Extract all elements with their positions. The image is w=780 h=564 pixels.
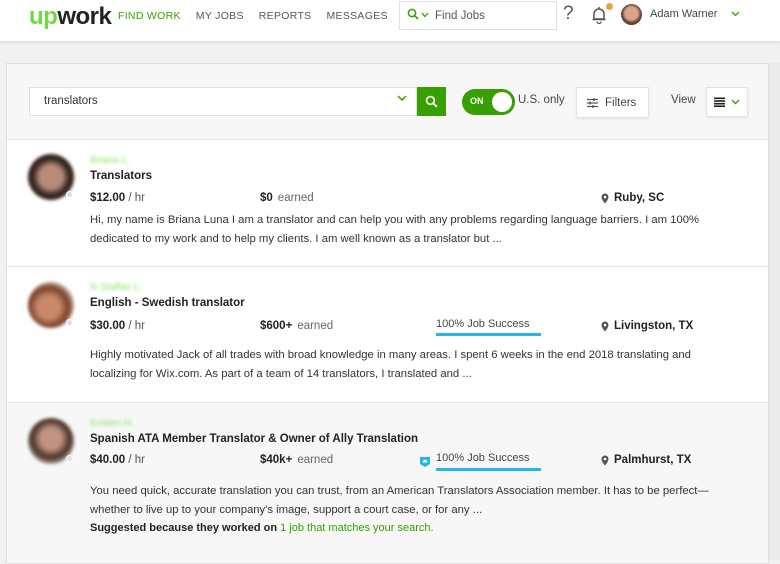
location-pin-icon: [601, 321, 609, 331]
hourly-rate: $40.00 / hr: [90, 454, 145, 466]
chevron-down-icon[interactable]: [421, 11, 429, 20]
search-button[interactable]: [417, 87, 446, 116]
freelancer-result[interactable]: Kristen H. Spanish ATA Member Translator…: [7, 404, 768, 564]
sliders-icon: [587, 97, 598, 108]
freelancer-title[interactable]: Translators: [90, 170, 152, 182]
total-earned: $0 earned: [260, 192, 314, 204]
freelancer-description: Highly motivated Jack of all trades with…: [90, 349, 691, 380]
upwork-logo[interactable]: upwork: [29, 4, 112, 30]
freelancer-result[interactable]: Briana L. Translators $12.00 / hr $0 earn…: [7, 141, 768, 267]
view-label: View: [671, 94, 696, 106]
search-icon: [425, 95, 438, 108]
filters-button[interactable]: Filters: [576, 87, 649, 118]
freelancer-title[interactable]: Spanish ATA Member Translator & Owner of…: [90, 433, 418, 445]
notification-dot: [606, 3, 613, 10]
us-only-toggle[interactable]: ON: [462, 89, 515, 115]
total-earned: $40k+ earned: [260, 454, 334, 466]
results-panel: translators ON U.S. only Filters View Br…: [6, 63, 769, 564]
nav-links: FIND WORK MY JOBS REPORTS MESSAGES: [118, 10, 388, 22]
location: Ruby, SC: [601, 192, 664, 204]
user-menu-chevron-icon[interactable]: [731, 9, 740, 19]
online-status-dot: [66, 191, 73, 198]
list-view-icon: [714, 97, 725, 107]
nav-reports[interactable]: REPORTS: [259, 10, 312, 22]
find-jobs-input[interactable]: Find Jobs: [435, 10, 485, 22]
bell-icon[interactable]: [591, 5, 607, 25]
chevron-down-icon: [731, 97, 740, 108]
total-earned: $600+ earned: [260, 320, 334, 332]
matching-jobs-link[interactable]: 1 job that matches your search.: [280, 522, 433, 534]
freelancer-name[interactable]: Briana L.: [90, 155, 130, 166]
online-status-dot: [66, 319, 73, 326]
freelancer-result[interactable]: N Staffan L. English - Swedish translato…: [7, 268, 768, 403]
location: Livingston, TX: [601, 320, 693, 332]
hourly-rate: $12.00 / hr: [90, 192, 145, 204]
us-only-label: U.S. only: [518, 94, 565, 106]
search-icon[interactable]: [407, 8, 419, 23]
nav-find-work[interactable]: FIND WORK: [118, 10, 181, 22]
job-success-score: 100% Job Success: [436, 452, 530, 464]
location: Palmhurst, TX: [601, 454, 691, 466]
job-success-score: 100% Job Success: [436, 318, 530, 330]
freelancer-name[interactable]: N Staffan L.: [90, 282, 143, 293]
freelancer-name[interactable]: Kristen H.: [90, 418, 134, 429]
location-pin-icon: [601, 193, 609, 203]
nav-messages[interactable]: MESSAGES: [326, 10, 387, 22]
find-jobs-search[interactable]: Find Jobs: [399, 1, 557, 30]
view-mode-dropdown[interactable]: [706, 87, 748, 117]
top-rated-badge-icon: [419, 455, 431, 467]
toggle-knob: [492, 92, 512, 112]
online-status-dot: [66, 455, 73, 462]
chevron-down-icon[interactable]: [397, 93, 407, 105]
hourly-rate: $30.00 / hr: [90, 320, 145, 332]
suggestion-note: Suggested because they worked on 1 job t…: [90, 522, 434, 534]
job-success-bar: [436, 468, 541, 471]
freelancer-description: You need quick, accurate translation you…: [90, 485, 709, 516]
user-name[interactable]: Adam Warner: [650, 8, 717, 20]
top-nav: upwork FIND WORK MY JOBS REPORTS MESSAGE…: [0, 0, 780, 42]
user-avatar[interactable]: [621, 4, 642, 25]
scrollbar[interactable]: [769, 63, 780, 560]
freelancer-description: Hi, my name is Briana Luna I am a transl…: [90, 214, 700, 245]
location-pin-icon: [601, 455, 609, 465]
freelancer-title[interactable]: English - Swedish translator: [90, 297, 245, 309]
help-icon[interactable]: ?: [563, 3, 574, 25]
job-success-bar: [436, 333, 541, 336]
search-bar: translators ON U.S. only Filters View: [7, 64, 768, 140]
search-input[interactable]: translators: [29, 87, 417, 116]
nav-my-jobs[interactable]: MY JOBS: [196, 10, 244, 22]
